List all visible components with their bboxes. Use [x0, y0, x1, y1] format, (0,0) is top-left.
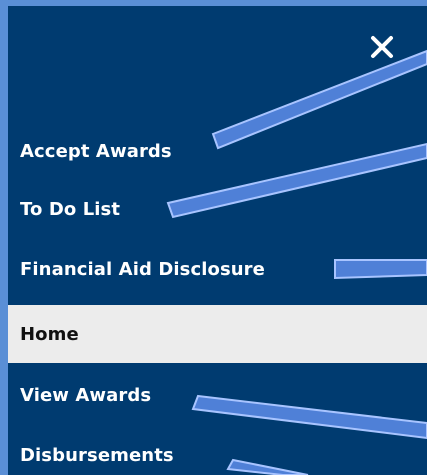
menu-item-financial-aid-disclosure[interactable]: Financial Aid Disclosure: [8, 240, 427, 298]
menu-item-view-awards[interactable]: View Awards: [8, 366, 427, 424]
menu-item-disbursements[interactable]: Disbursements: [8, 426, 427, 475]
menu-item-label: Home: [20, 323, 79, 345]
menu-item-label: Financial Aid Disclosure: [20, 258, 265, 280]
menu-item-home[interactable]: Home: [8, 305, 427, 363]
menu-item-to-do-list[interactable]: To Do List: [8, 180, 427, 238]
menu-item-label: To Do List: [20, 198, 121, 220]
menu-item-label: Accept Awards: [20, 140, 172, 162]
screenshot-frame: Accept Awards To Do List Financial Aid D…: [0, 0, 427, 475]
navigation-menu-panel: Accept Awards To Do List Financial Aid D…: [8, 6, 427, 475]
close-icon: [371, 36, 393, 58]
menu-item-label: Disbursements: [20, 444, 174, 466]
close-button[interactable]: [365, 30, 399, 64]
menu-item-label: View Awards: [20, 384, 152, 406]
menu-item-accept-awards[interactable]: Accept Awards: [8, 122, 427, 180]
